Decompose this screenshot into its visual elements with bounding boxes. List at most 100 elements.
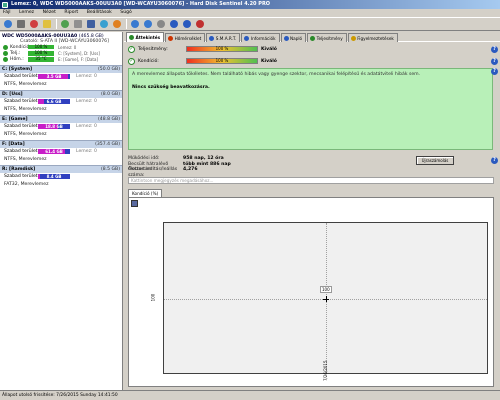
partition-name: R: [Ramdisk] xyxy=(2,166,36,172)
partition-item[interactable]: C: [System] (50.0 GB) Szabad terület 3.5 GB… xyxy=(0,64,122,88)
partition-name: E: [Game] xyxy=(2,116,28,122)
web-icon[interactable] xyxy=(98,19,109,30)
partition-disk: Lemez: 0 xyxy=(76,148,97,154)
partition-item[interactable]: E: [Game] (48.8 GB) Szabad terület 18.8 GB L… xyxy=(0,114,122,138)
usage-bar: 18.8 GB xyxy=(38,124,70,130)
check-icon: ✓ xyxy=(128,45,135,53)
usage-bar: 61.4 GB xyxy=(38,149,70,155)
help-icon[interactable]: ? xyxy=(491,157,498,164)
menu-disk[interactable]: Lemez xyxy=(19,10,34,15)
tab-label: Áttekintés xyxy=(135,35,161,40)
free-space-label: Szabad terület xyxy=(4,148,38,154)
disk-stats: Kondíció: 100 % Lemez: 0 Telj.: 100 % C: [Sys… xyxy=(0,44,122,63)
free-space-value: 6.6 GB xyxy=(46,99,62,105)
condition-result: Kiváló xyxy=(261,58,277,64)
recalculate-button[interactable]: Újraszámolás xyxy=(416,156,454,165)
partition-item[interactable]: F: [Data] (357.4 GB) Szabad terület 61.4 GB… xyxy=(0,139,122,163)
partition-free-row: Szabad terület 8.4 GB xyxy=(0,173,122,181)
free-space-label: Szabad terület xyxy=(4,173,38,179)
partition-disk: Lemez: 0 xyxy=(76,73,97,79)
partition-header: E: [Game] (48.8 GB) xyxy=(0,114,122,123)
settings-icon[interactable] xyxy=(155,19,166,30)
tab-2[interactable]: S.M.A.R.T. xyxy=(206,33,241,42)
help-icon[interactable]: ? xyxy=(491,58,498,65)
partition-item[interactable]: D: [Uss] (8.0 GB) Szabad terület 6.6 GB Leme… xyxy=(0,89,122,113)
partition-disk: Lemez: 0 xyxy=(76,123,97,129)
tab-icon xyxy=(209,35,215,41)
partition-name: D: [Uss] xyxy=(2,91,23,97)
comment-input[interactable]: Kattintson megjegyzés megadásához... xyxy=(128,177,494,184)
data-point xyxy=(323,296,329,302)
report-icon[interactable] xyxy=(41,19,52,30)
partition-free-row: Szabad terület 6.6 GB Lemez: 0 xyxy=(0,98,122,106)
free-space-label: Szabad terület xyxy=(4,98,38,104)
performance-label: Teljesítmény: xyxy=(138,46,168,52)
check-icon: ✓ xyxy=(128,57,135,65)
status-bar: Állapot utolsó frissítése: 7/26/2015 Sun… xyxy=(0,390,500,400)
stat-value: 100 % xyxy=(28,44,54,50)
save-chart-icon[interactable] xyxy=(131,200,138,207)
tab-condition-chart[interactable]: Kondíció (%) xyxy=(128,189,163,197)
send-report-icon[interactable] xyxy=(59,19,70,30)
partition-size: (357.4 GB) xyxy=(95,141,120,147)
back-icon[interactable] xyxy=(129,19,140,30)
partition-item[interactable]: R: [Ramdisk] (8.5 GB) Szabad terület 8.4 GB… xyxy=(0,164,122,188)
save-icon[interactable] xyxy=(85,19,96,30)
tab-3[interactable]: Információk xyxy=(241,33,280,42)
forward-icon[interactable] xyxy=(142,19,153,30)
condition-bar: 100 % xyxy=(186,58,258,64)
usage-bar: 3.5 GB xyxy=(38,74,70,80)
tab-1[interactable]: Hőmérséklet xyxy=(165,33,206,42)
disk-header[interactable]: WDC WD5000AAKS-00UU3A0 (465.8 GB) Csatol… xyxy=(0,32,122,44)
alert-icon[interactable] xyxy=(111,19,122,30)
menu-view[interactable]: Nézet xyxy=(43,10,56,15)
info-key: Összes indítás/leállás száma: xyxy=(128,167,178,178)
tab-4[interactable]: Napló xyxy=(280,33,307,42)
menu-settings[interactable]: Beállítások xyxy=(87,10,112,15)
help-icon[interactable] xyxy=(168,19,179,30)
status-summary: A merevlemez állapota tökéletes. Nem tal… xyxy=(128,68,493,150)
stat-extra: E: [Game], F: [Data] xyxy=(58,56,98,62)
status-icon xyxy=(3,44,8,50)
stat-extra: Lemez: 0 xyxy=(58,44,77,50)
free-space-label: Szabad terület xyxy=(4,73,38,79)
tab-label: Információk xyxy=(250,35,276,41)
info-value: 4,276 xyxy=(183,167,198,172)
usage-bar: 8.4 GB xyxy=(38,174,70,180)
partition-name: F: [Data] xyxy=(2,141,25,147)
disk-icon[interactable] xyxy=(15,19,26,30)
help-icon[interactable]: ? xyxy=(491,46,498,53)
help-icon[interactable]: ? xyxy=(491,68,498,75)
tab-6[interactable]: Figyelmeztetések xyxy=(347,33,398,42)
chart-tabs: Kondíció (%) xyxy=(128,189,163,197)
filesystem-label: NTFS, Merevlemez xyxy=(4,131,47,137)
menu-help[interactable]: Súgó xyxy=(120,10,132,15)
tab-icon xyxy=(350,35,356,41)
refresh-icon[interactable] xyxy=(2,19,13,30)
filesystem-label: NTFS, Merevlemez xyxy=(4,81,47,87)
status-icon xyxy=(3,50,8,56)
tab-5[interactable]: Teljesítmény xyxy=(307,33,347,42)
menu-file[interactable]: Fájl xyxy=(3,10,11,15)
tab-label: Teljesítmény xyxy=(316,35,343,41)
info-line: Összes indítás/leállás száma: 4,276 xyxy=(128,167,496,178)
condition-row: ✓ Kondíció: 100 % Kiváló xyxy=(128,56,496,66)
filesystem-label: NTFS, Merevlemez xyxy=(4,106,47,112)
tab-icon xyxy=(168,35,174,41)
x-tick-label: 7/26/2015 xyxy=(323,360,328,381)
status-icon xyxy=(3,56,8,62)
menu-report[interactable]: Riport xyxy=(64,10,78,15)
stat-value: 35 °C xyxy=(28,57,54,62)
stat-value: 100 % xyxy=(28,50,54,56)
filesystem-label: NTFS, Merevlemez xyxy=(4,156,47,162)
usage-bar: 6.6 GB xyxy=(38,99,70,105)
exit-icon[interactable] xyxy=(194,19,205,30)
filesystem-label: FAT32, Merevlemez xyxy=(4,181,49,187)
toolbar xyxy=(0,17,500,31)
info-icon[interactable] xyxy=(181,19,192,30)
partition-name: C: [System] xyxy=(2,66,33,72)
surface-test-icon[interactable] xyxy=(28,19,39,30)
tab-icon xyxy=(283,35,289,41)
tab-0[interactable]: Áttekintés xyxy=(126,32,165,42)
print-icon[interactable] xyxy=(72,19,83,30)
